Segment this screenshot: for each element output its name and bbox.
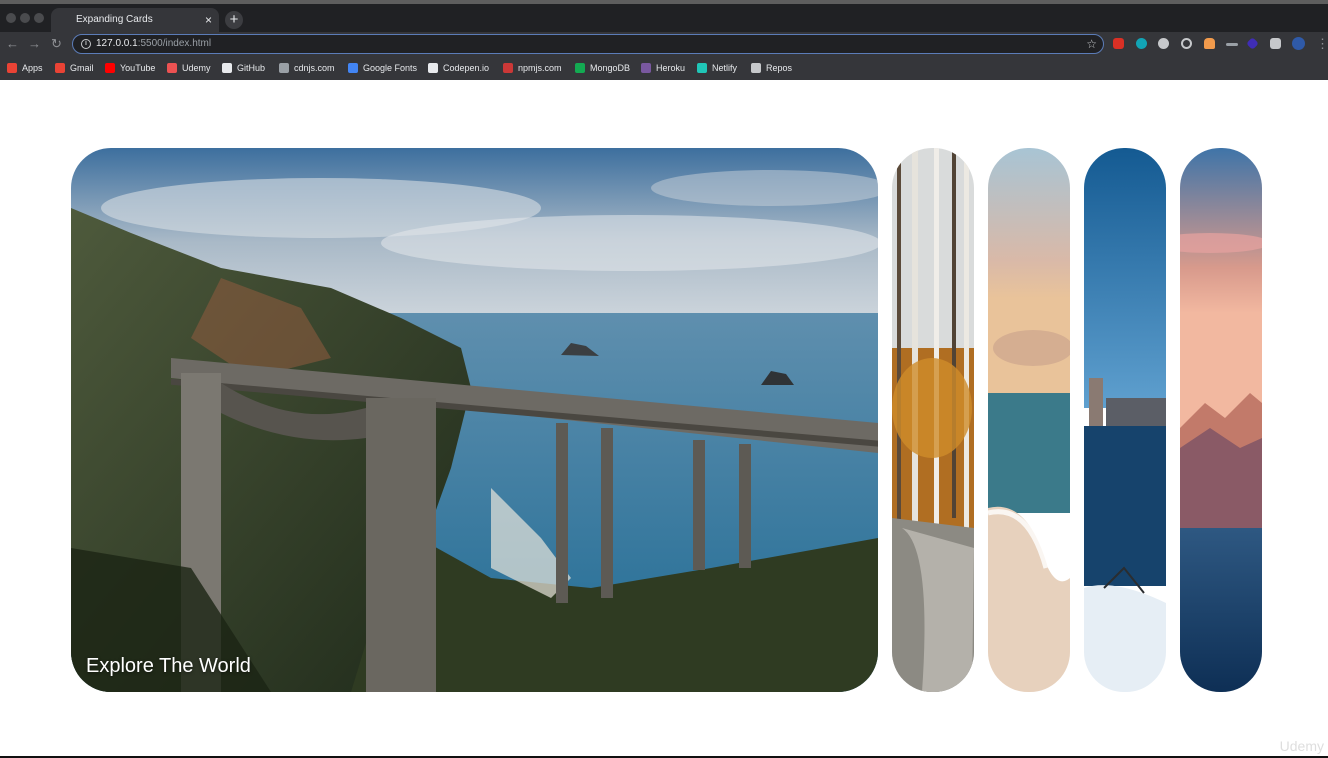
apps-grid-icon (7, 63, 17, 73)
npm-icon (503, 63, 513, 73)
url-host: 127.0.0.1 (96, 38, 138, 49)
udemy-watermark: Udemy (1279, 738, 1324, 754)
panel-active[interactable]: Explore The World (71, 148, 878, 692)
url-path: :5500/index.html (137, 38, 212, 49)
forward-arrow-icon[interactable]: → (28, 35, 41, 53)
bookmark-label: cdnjs.com (294, 63, 335, 73)
bookmark-label: Gmail (70, 63, 94, 73)
heroku-icon (641, 63, 651, 73)
bookmark-label: Heroku (656, 63, 686, 73)
codepen-icon (428, 63, 438, 73)
bookmark-apps[interactable]: Apps (7, 56, 43, 80)
extension-target-icon[interactable] (1181, 38, 1192, 49)
bookmark-star-icon[interactable]: ☆ (1086, 35, 1097, 53)
folder-icon (751, 63, 761, 73)
bookmark-udemy[interactable]: Udemy (167, 56, 211, 80)
browser-toolbar: ← → ↻ i 127.0.0.1:5500/index.html ☆ ⋮ (0, 32, 1328, 56)
back-arrow-icon[interactable]: ← (6, 35, 19, 53)
reload-icon[interactable]: ↻ (51, 35, 62, 53)
extensions-puzzle-icon[interactable] (1270, 38, 1281, 49)
extension-m-icon[interactable] (1136, 38, 1147, 49)
extension-gear-icon[interactable] (1158, 38, 1169, 49)
tab-title: Expanding Cards (76, 14, 153, 25)
bookmark-heroku[interactable]: Heroku (641, 56, 685, 80)
window-close-dot[interactable] (6, 13, 16, 23)
bookmark-youtube[interactable]: YouTube (105, 56, 155, 80)
bookmark-label: npmjs.com (518, 63, 562, 73)
bookmark-google-fonts[interactable]: Google Fonts (348, 56, 417, 80)
bookmark-label: Repos (766, 63, 793, 73)
city-lake-winter-image (1084, 148, 1166, 692)
page-viewport: Explore The World Udemy (0, 80, 1328, 756)
coastal-bridge-image (71, 148, 878, 692)
google-fonts-icon (348, 63, 358, 73)
site-info-icon[interactable]: i (81, 39, 91, 49)
bookmark-cdnjs-com[interactable]: cdnjs.com (279, 56, 335, 80)
panel-4[interactable] (1084, 148, 1166, 692)
code-icon (279, 63, 289, 73)
panel-title: Explore The World (86, 655, 251, 677)
mountain-dusk-image (1180, 148, 1262, 692)
browser-tab-active[interactable]: Expanding Cards × (51, 8, 219, 32)
bookmark-netlify[interactable]: Netlify (697, 56, 737, 80)
bookmark-repos[interactable]: Repos (751, 56, 792, 80)
bookmark-label: GitHub (237, 63, 266, 73)
url-text[interactable]: 127.0.0.1:5500/index.html (96, 35, 211, 53)
udemy-icon (167, 63, 177, 73)
bookmark-mongodb[interactable]: MongoDB (575, 56, 630, 80)
bookmark-label: Google Fonts (363, 63, 418, 73)
netlify-icon (697, 63, 707, 73)
bookmarks-bar: Apps Gmail YouTube Udemy GitHub cdnjs.com Goog… (0, 56, 1328, 80)
gmail-icon (55, 63, 65, 73)
window-minimize-dot[interactable] (20, 13, 30, 23)
autumn-forest-image (892, 148, 974, 692)
bookmark-label: Codepen.io (443, 63, 490, 73)
github-icon (222, 63, 232, 73)
tab-close-icon[interactable]: × (205, 8, 212, 32)
bookmark-github[interactable]: GitHub (222, 56, 265, 80)
bookmark-codepen-io[interactable]: Codepen.io (428, 56, 489, 80)
bookmark-label: Netlify (712, 63, 738, 73)
extension-red-icon[interactable] (1113, 38, 1124, 49)
bookmark-gmail[interactable]: Gmail (55, 56, 94, 80)
bookmark-label: Apps (22, 63, 43, 73)
youtube-icon (105, 63, 115, 73)
panel-2[interactable] (892, 148, 974, 692)
bookmark-npmjs-com[interactable]: npmjs.com (503, 56, 562, 80)
extension-diamond-icon[interactable] (1246, 37, 1259, 50)
extension-pen-icon[interactable] (1226, 43, 1238, 46)
panel-5[interactable] (1180, 148, 1262, 692)
panel-3[interactable] (988, 148, 1070, 692)
bookmark-label: Udemy (182, 63, 211, 73)
bookmark-label: YouTube (120, 63, 156, 73)
new-tab-button[interactable]: + (225, 11, 243, 29)
profile-avatar[interactable] (1292, 37, 1305, 50)
beach-sunset-image (988, 148, 1070, 692)
extension-orange-icon[interactable] (1204, 38, 1215, 49)
tab-strip: Expanding Cards × + (0, 4, 1328, 32)
address-bar[interactable]: i 127.0.0.1:5500/index.html ☆ (72, 34, 1104, 54)
window-zoom-dot[interactable] (34, 13, 44, 23)
menu-dots-icon[interactable]: ⋮ (1316, 35, 1328, 53)
bookmark-label: MongoDB (590, 63, 631, 73)
mongodb-leaf-icon (575, 63, 585, 73)
